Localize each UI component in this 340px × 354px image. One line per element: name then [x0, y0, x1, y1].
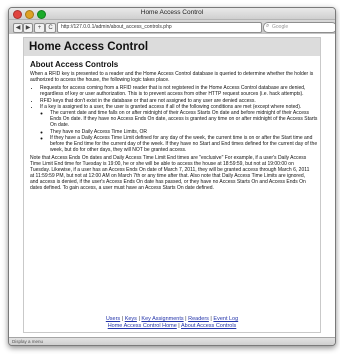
footer-nav: Users | Keys | Key Assignments | Readers… [24, 316, 320, 330]
conditions-list: The current date and time falls on or af… [40, 110, 320, 153]
list-item: The current date and time falls on or af… [50, 110, 320, 128]
footer-link-users[interactable]: Users [106, 316, 120, 322]
footer-link-about[interactable]: About Access Controls [181, 323, 236, 329]
add-bookmark-button[interactable]: + [34, 23, 45, 33]
window-title: Home Access Control [140, 9, 204, 16]
reload-button[interactable]: C [45, 23, 56, 33]
footer-link-keys[interactable]: Keys [125, 316, 137, 322]
title-bar: Home Access Control [9, 8, 335, 20]
list-item: If a key is assigned to a user, the user… [40, 104, 320, 153]
page-content: Home Access Control About Access Control… [9, 34, 335, 338]
footer-row-1: Users | Keys | Key Assignments | Readers… [24, 316, 320, 323]
section-heading: About Access Controls [30, 60, 119, 69]
list-item: They have no Daily Access Time Limits, O… [50, 129, 320, 135]
search-field[interactable]: Google [263, 22, 335, 33]
list-item: Requests for access coming from a RFID r… [40, 85, 320, 97]
footer-link-key-assignments[interactable]: Key Assignments [141, 316, 183, 322]
intro-paragraph: When a RFID key is presented to a reader… [30, 71, 314, 83]
status-bar: Display a menu [9, 337, 335, 345]
address-bar[interactable]: http://127.0.0.1/admin/about_access_cont… [57, 22, 262, 33]
footer-link-home[interactable]: Home Access Control Home [108, 323, 177, 329]
footer-row-2: Home Access Control Home | About Access … [24, 323, 320, 330]
list-item: If they have a Daily Access Time Limit d… [50, 135, 320, 153]
browser-window: Home Access Control ◀ ▶ + C http://127.0… [8, 7, 336, 346]
note-paragraph: Note that Access Ends On dates and Daily… [30, 155, 310, 191]
forward-button[interactable]: ▶ [23, 23, 33, 33]
page-body: Home Access Control About Access Control… [23, 37, 321, 333]
back-button[interactable]: ◀ [13, 23, 23, 33]
list-item: RFID keys that don't exist in the databa… [40, 98, 320, 104]
browser-toolbar: ◀ ▶ + C http://127.0.0.1/admin/about_acc… [9, 20, 335, 35]
rules-list: Requests for access coming from a RFID r… [24, 85, 320, 153]
page-title: Home Access Control [24, 38, 320, 56]
footer-link-event-log[interactable]: Event Log [213, 316, 238, 322]
footer-link-readers[interactable]: Readers [188, 316, 209, 322]
